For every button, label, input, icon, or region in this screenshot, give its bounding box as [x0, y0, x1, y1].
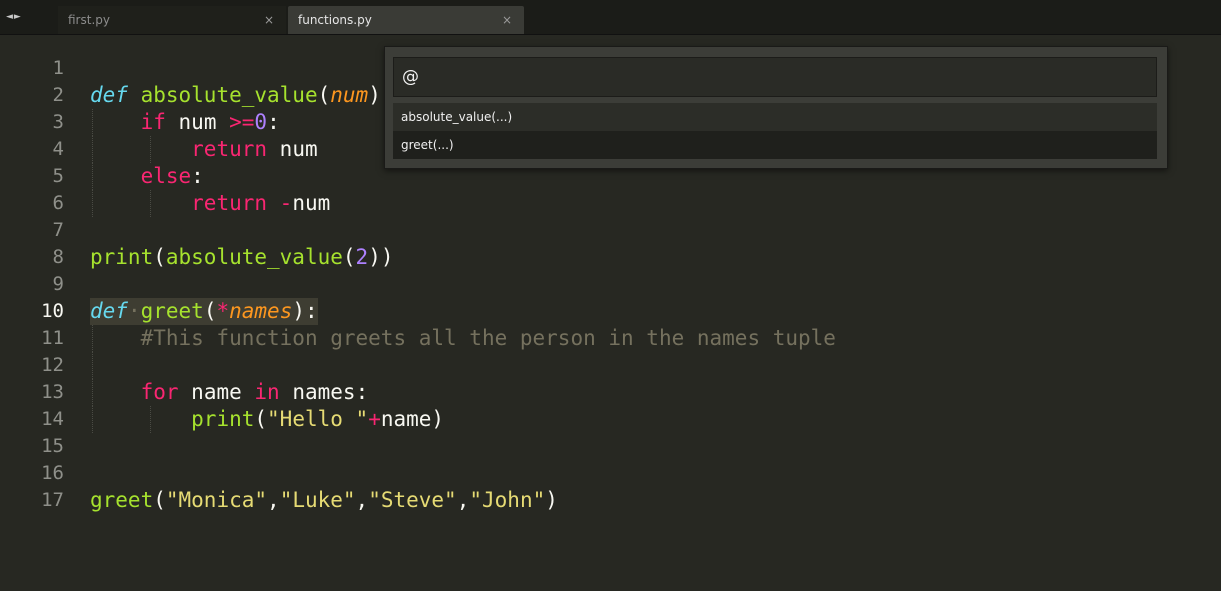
- line-text: else:: [140, 164, 204, 188]
- code-line: 8 print(absolute_value(2)): [0, 244, 1221, 271]
- line-text: for name in names:: [140, 380, 369, 404]
- line-number: 8: [52, 246, 64, 268]
- line-text: return num: [191, 137, 318, 161]
- code-line: 13 for name in names:: [0, 379, 1221, 406]
- tab-navigation-arrows-icon[interactable]: ◄►: [6, 9, 22, 25]
- line-number: 5: [52, 165, 64, 187]
- tab-label: first.py: [68, 13, 110, 27]
- line-number: 14: [41, 408, 64, 430]
- line-number: 15: [41, 435, 64, 457]
- code-line: 17 greet("Monica","Luke","Steve","John"): [0, 487, 1221, 514]
- line-number: 6: [52, 192, 64, 214]
- line-number: 17: [41, 489, 64, 511]
- tab-functions-py[interactable]: functions.py ×: [288, 6, 524, 34]
- line-number: 9: [52, 273, 64, 295]
- code-line-current: 10 def·greet(*names):: [0, 298, 1221, 325]
- line-text: print(absolute_value(2)): [90, 245, 394, 269]
- tab-label: functions.py: [298, 13, 372, 27]
- line-text: print("Hello "+name): [191, 407, 445, 431]
- code-line: 7: [0, 217, 1221, 244]
- line-text: def·greet(*names):: [90, 298, 318, 325]
- tab-bar: ◄► first.py × functions.py ×: [0, 0, 1221, 35]
- line-number: 11: [41, 327, 64, 349]
- line-text: greet("Monica","Luke","Steve","John"): [90, 488, 558, 512]
- goto-symbol-panel: @ absolute_value(...) greet(...): [384, 46, 1168, 169]
- line-number: 1: [52, 57, 64, 79]
- code-line: 11 #This function greets all the person …: [0, 325, 1221, 352]
- indent-guide: [92, 352, 93, 379]
- code-line: 6 return -num: [0, 190, 1221, 217]
- line-number: 12: [41, 354, 64, 376]
- tab-first-py[interactable]: first.py ×: [58, 6, 286, 34]
- line-number: 3: [52, 111, 64, 133]
- code-line: 16: [0, 460, 1221, 487]
- line-number: 13: [41, 381, 64, 403]
- goto-symbol-input[interactable]: @: [393, 57, 1157, 97]
- line-number: 7: [52, 219, 64, 241]
- line-text: #This function greets all the person in …: [140, 326, 836, 350]
- symbol-result-absolute-value[interactable]: absolute_value(...): [393, 103, 1157, 131]
- code-line: 9: [0, 271, 1221, 298]
- line-number: 4: [52, 138, 64, 160]
- line-number: 16: [41, 462, 64, 484]
- symbol-result-greet[interactable]: greet(...): [393, 131, 1157, 159]
- code-line: 15: [0, 433, 1221, 460]
- line-text: def absolute_value(num):: [90, 83, 394, 107]
- close-icon[interactable]: ×: [264, 6, 274, 34]
- close-icon[interactable]: ×: [502, 6, 512, 34]
- line-text: return -num: [191, 191, 331, 215]
- code-line: 14 print("Hello "+name): [0, 406, 1221, 433]
- line-number: 10: [41, 300, 64, 322]
- line-text: if num >=0:: [140, 110, 280, 134]
- code-line: 12: [0, 352, 1221, 379]
- line-number: 2: [52, 84, 64, 106]
- editor-window: ◄► first.py × functions.py × 1 2 def abs…: [0, 0, 1221, 591]
